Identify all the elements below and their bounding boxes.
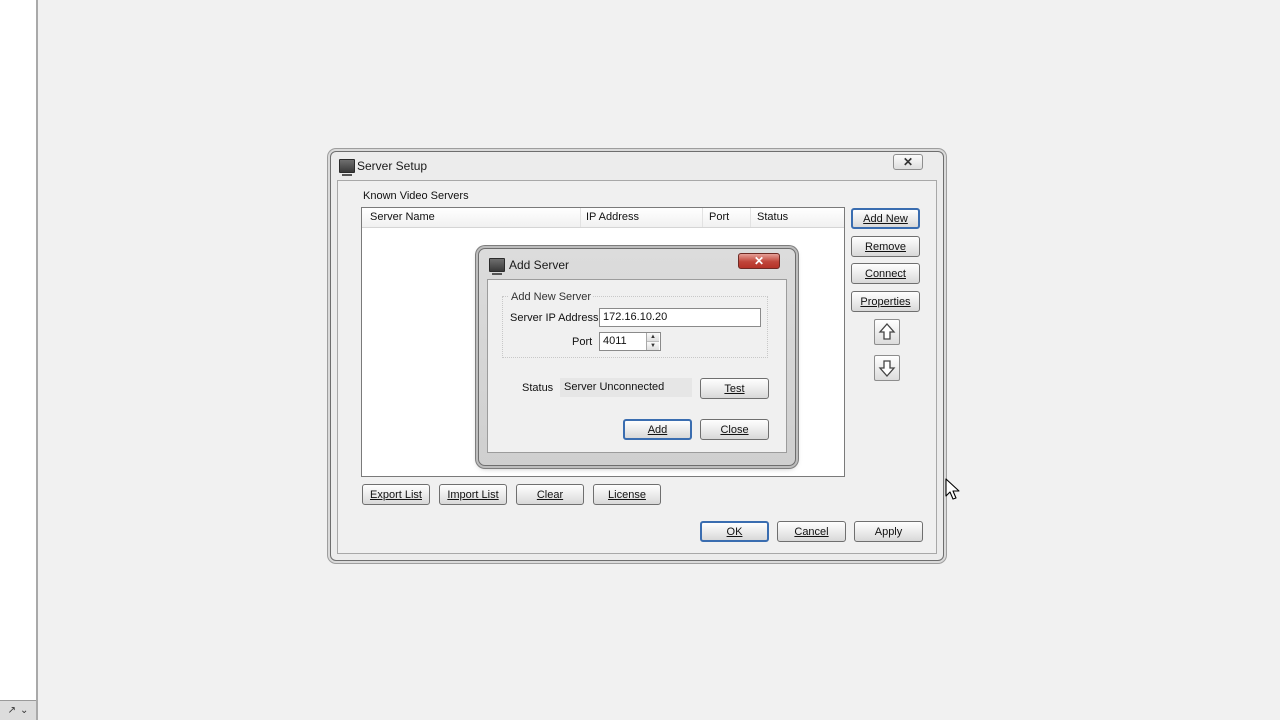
column-ip-address[interactable]: IP Address (586, 211, 639, 223)
export-list-button[interactable]: Export List (362, 484, 430, 505)
server-ip-input[interactable]: 172.16.10.20 (599, 308, 761, 327)
close-button[interactable]: ✕ (893, 154, 923, 170)
server-setup-icon (339, 159, 355, 176)
test-button[interactable]: Test (700, 378, 769, 399)
port-value: 4011 (603, 335, 627, 347)
add-server-titlebar[interactable]: Add Server ✕ (479, 249, 795, 277)
group-label: Add New Server (509, 291, 594, 303)
license-button[interactable]: License (593, 484, 661, 505)
list-header: Server Name IP Address Port Status (362, 208, 844, 228)
column-status[interactable]: Status (757, 211, 788, 223)
strip-controls[interactable]: ↗ ⌄ (0, 700, 36, 720)
window-title: Server Setup (357, 159, 428, 173)
down-arrow-icon (878, 360, 896, 377)
dialog-close-button[interactable]: ✕ (738, 253, 780, 269)
server-ip-label: Server IP Address (510, 312, 599, 324)
expand-icon[interactable]: ↗ (8, 705, 16, 716)
close-dialog-button[interactable]: Close (700, 419, 769, 440)
import-list-button[interactable]: Import List (439, 484, 507, 505)
up-arrow-icon (878, 323, 896, 340)
spin-down-icon[interactable]: ▼ (647, 341, 659, 350)
add-button[interactable]: Add (623, 419, 692, 440)
column-separator (702, 208, 703, 227)
cancel-button[interactable]: Cancel (777, 521, 846, 542)
move-up-button[interactable] (874, 319, 900, 345)
move-down-button[interactable] (874, 355, 900, 381)
add-new-button[interactable]: Add New (851, 208, 920, 229)
column-server-name[interactable]: Server Name (370, 211, 435, 223)
port-stepper[interactable]: 4011 ▲ ▼ (599, 332, 661, 351)
left-taskbar-strip: ↗ ⌄ (0, 0, 38, 720)
chevron-down-icon[interactable]: ⌄ (20, 705, 28, 716)
apply-button[interactable]: Apply (854, 521, 923, 542)
known-servers-label: Known Video Servers (363, 190, 469, 202)
column-separator (750, 208, 751, 227)
port-spin-buttons[interactable]: ▲ ▼ (646, 333, 659, 350)
connect-button[interactable]: Connect (851, 263, 920, 284)
status-value: Server Unconnected (560, 378, 692, 397)
status-label: Status (522, 382, 554, 394)
column-separator (580, 208, 581, 227)
server-setup-titlebar[interactable]: Server Setup ✕ (331, 152, 943, 180)
add-server-body: Add New Server Server IP Address 172.16.… (487, 279, 787, 453)
ok-button[interactable]: OK (700, 521, 769, 542)
dialog-title: Add Server (509, 258, 570, 272)
add-server-dialog: Add Server ✕ Add New Server Server IP Ad… (478, 248, 796, 466)
mouse-pointer-icon (945, 478, 960, 500)
port-label: Port (572, 336, 593, 348)
properties-button[interactable]: Properties (851, 291, 920, 312)
column-port[interactable]: Port (709, 211, 729, 223)
remove-button[interactable]: Remove (851, 236, 920, 257)
clear-button[interactable]: Clear (516, 484, 584, 505)
add-server-icon (489, 258, 505, 275)
